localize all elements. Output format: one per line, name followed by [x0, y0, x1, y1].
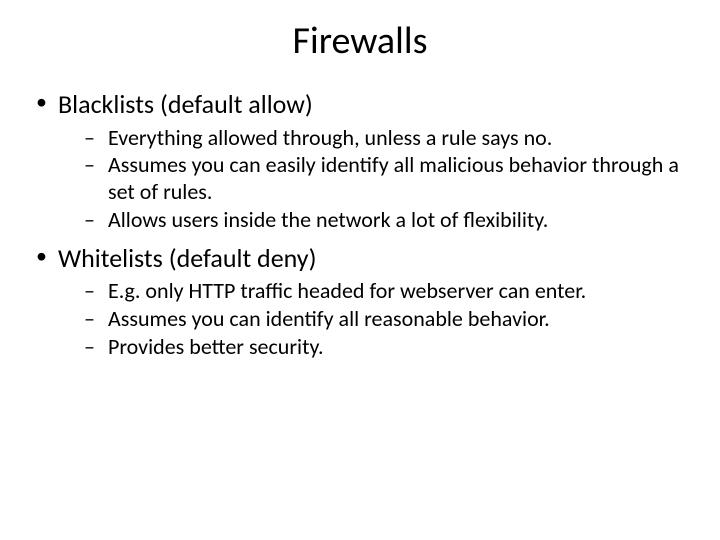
sub-bullet-item: Assumes you can identify all reasonable … — [58, 306, 690, 333]
sub-bullet-item: Assumes you can easily identify all mali… — [58, 152, 690, 206]
section-heading-text: Blacklists (default allow) — [58, 88, 313, 120]
section-heading: Whitelists (default deny) E.g. only HTTP… — [30, 242, 690, 361]
sub-bullet-item: Allows users inside the network a lot of… — [58, 207, 690, 234]
slide-title: Firewalls — [30, 18, 690, 64]
sub-bullet-list: E.g. only HTTP traffic headed for webser… — [58, 278, 690, 360]
section-heading: Blacklists (default allow) Everything al… — [30, 88, 690, 234]
slide: Firewalls Blacklists (default allow) Eve… — [0, 0, 720, 540]
sub-bullet-list: Everything allowed through, unless a rul… — [58, 125, 690, 234]
section-heading-text: Whitelists (default deny) — [58, 242, 316, 274]
bullet-list: Blacklists (default allow) Everything al… — [30, 88, 690, 361]
sub-bullet-item: Everything allowed through, unless a rul… — [58, 125, 690, 152]
sub-bullet-item: Provides better security. — [58, 334, 690, 361]
sub-bullet-item: E.g. only HTTP traffic headed for webser… — [58, 278, 690, 305]
